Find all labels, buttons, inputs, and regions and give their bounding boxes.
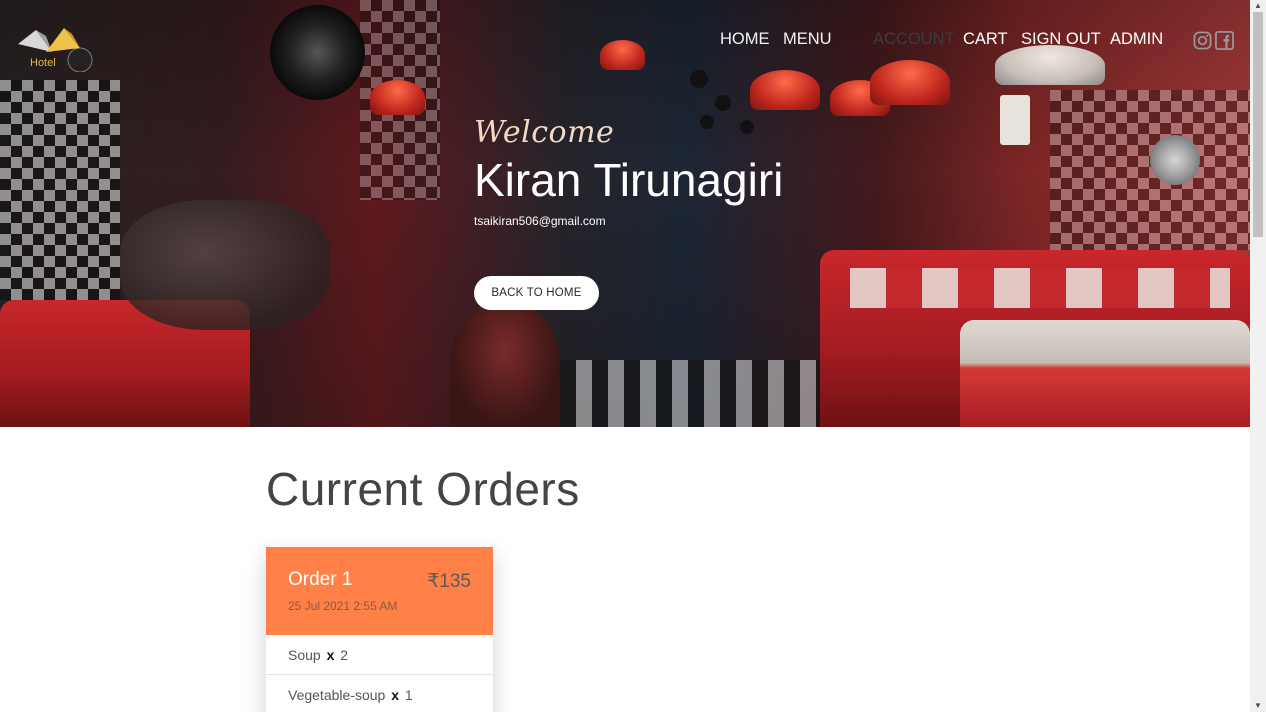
hero-decor [600,40,645,70]
section-title: Current Orders [266,463,580,515]
welcome-text: Welcome [474,115,615,150]
scroll-down-icon[interactable]: ▼ [1250,700,1266,712]
item-name: Vegetable-soup [288,687,386,703]
hero-decor [0,80,120,300]
hero-decor [850,268,1230,308]
instagram-icon[interactable] [1193,31,1212,50]
logo-text: Hotel [30,57,56,69]
hero-decor [960,320,1250,427]
scrollbar[interactable]: ▲ ▼ [1250,0,1266,712]
scroll-up-icon[interactable]: ▲ [1250,0,1266,12]
hero-decor [870,60,950,105]
scroll-thumb[interactable] [1253,12,1263,237]
facebook-icon[interactable] [1215,31,1234,50]
hero-decor [450,300,560,427]
hero-decor [1150,135,1200,185]
order-item: Vegetable-soup x 1 [266,675,493,712]
user-email: tsaikiran506@gmail.com [474,214,606,228]
hero-decor [1000,95,1030,145]
hero-decor [690,70,708,88]
order-header: Order 1 ₹135 25 Jul 2021 2:55 AM [266,547,493,635]
nav-cart[interactable]: CART [963,30,1008,52]
order-title: Order 1 [288,569,353,590]
nav-account[interactable]: ACCOUNT [873,30,955,52]
item-times: x [326,647,335,663]
page: Hotel HOME MENU ACCOUNT CART SIGN OUT AD… [0,0,1250,712]
hero-decor [120,200,330,330]
hero-decor [560,360,820,427]
nav-sign-out[interactable]: SIGN OUT [1021,30,1101,52]
item-name: Soup [288,647,321,663]
order-card[interactable]: Order 1 ₹135 25 Jul 2021 2:55 AM Soup x … [266,547,493,712]
order-date: 25 Jul 2021 2:55 AM [288,599,398,613]
nav-home[interactable]: HOME [720,30,770,52]
hero-decor [370,80,425,115]
hero-decor [750,70,820,110]
hero-decor [740,120,754,134]
hero-decor [270,5,365,100]
hero-decor [1050,90,1250,250]
item-qty: 1 [404,687,413,703]
item-qty: 2 [340,647,349,663]
order-total: ₹135 [427,571,471,592]
user-name: Kiran Tirunagiri [474,154,784,206]
logo-icon[interactable] [16,22,98,72]
nav-admin[interactable]: ADMIN [1110,30,1163,52]
hero-banner: Hotel HOME MENU ACCOUNT CART SIGN OUT AD… [0,0,1250,427]
nav-menu[interactable]: MENU [783,30,832,52]
item-times: x [391,687,399,703]
hero-decor [700,115,714,129]
order-item: Soup x 2 [266,635,493,675]
hero-decor [715,95,731,111]
back-to-home-button[interactable]: BACK TO HOME [474,276,599,310]
